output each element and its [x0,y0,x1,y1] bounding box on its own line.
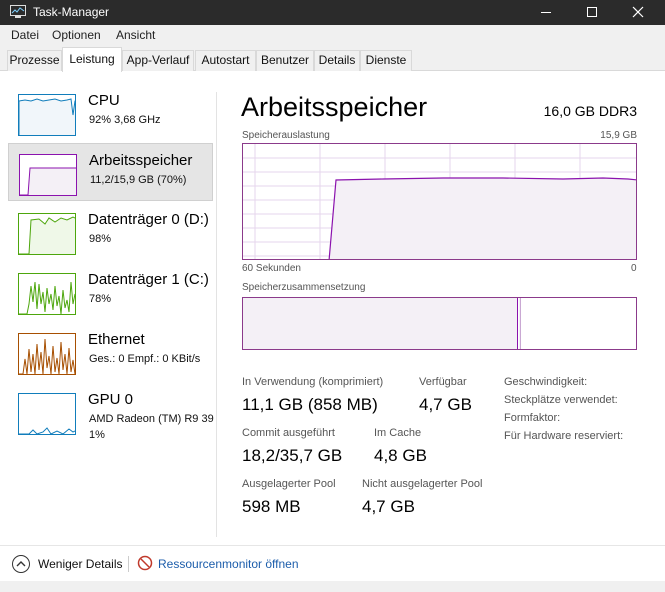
composition-in-use [243,298,518,349]
form-factor-label: Formfaktor: [504,412,561,424]
sidebar-item-sub: 11,2/15,9 GB (70%) [90,174,187,186]
sidebar-item-label: GPU 0 [88,391,134,408]
close-button[interactable] [615,0,661,25]
in-use-label: In Verwendung (komprimiert) [242,376,384,388]
sidebar-item-sub: Ges.: 0 Empf.: 0 KBit/s [89,353,201,365]
minimize-icon [541,12,551,13]
tab-details[interactable]: Details [314,50,360,71]
window-bottom-border [0,581,665,592]
hardware-info: 16,0 GB DDR3 [543,103,637,119]
usage-graph-max: 15,9 GB [600,130,637,141]
cache-label: Im Cache [374,427,422,439]
tab-autostart[interactable]: Autostart [195,50,256,71]
sidebar-item-disk-1[interactable]: Datenträger 1 (C:) 78% [8,263,213,321]
menu-bar: Datei Optionen Ansicht [0,25,665,45]
composition-label: Speicherzusammensetzung [242,282,366,293]
sidebar-item-label: Ethernet [88,331,145,348]
memory-composition-bar [242,297,637,350]
disk-1-thumbnail-graph [18,273,76,315]
sidebar-item-sub: 92% 3,68 GHz [89,114,161,126]
resource-monitor-icon [137,555,153,571]
title-bar: Task-Manager [0,0,665,25]
composition-modified [519,298,521,349]
menu-optionen[interactable]: Optionen [52,28,101,42]
sidebar-item-sub: 78% [89,293,112,305]
footer-bar: Weniger Details Ressourcenmonitor öffnen [0,545,665,581]
fewer-details-button[interactable]: Weniger Details [8,550,123,578]
sidebar-item-ethernet[interactable]: Ethernet Ges.: 0 Empf.: 0 KBit/s [8,323,213,381]
paged-pool-value: 598 MB [242,497,301,516]
tab-prozesse[interactable]: Prozesse [7,50,62,71]
menu-ansicht[interactable]: Ansicht [116,28,155,42]
close-icon [632,6,644,18]
menu-datei[interactable]: Datei [11,28,39,42]
sidebar-item-label: Arbeitsspeicher [89,152,193,169]
time-axis-left: 60 Sekunden [242,263,301,274]
sidebar-item-sub: AMD Radeon (TM) R9 39 [89,413,214,425]
ethernet-thumbnail-graph [18,333,76,375]
sidebar-item-gpu-0[interactable]: GPU 0 AMD Radeon (TM) R9 39 1% [8,383,214,445]
chevron-up-icon [12,555,30,573]
sidebar-item-label: CPU [88,92,120,109]
disk-0-thumbnail-graph [18,213,76,255]
sidebar-item-label: Datenträger 0 (D:) [88,211,209,228]
panel-divider [216,92,217,537]
resource-monitor-link[interactable]: Ressourcenmonitor öffnen [158,557,299,571]
footer-separator [128,556,129,572]
sidebar-item-label: Datenträger 1 (C:) [88,271,209,288]
sidebar-item-sub: 98% [89,233,112,245]
cpu-thumbnail-graph [18,94,76,136]
tab-leistung[interactable]: Leistung [62,47,122,72]
task-manager-icon [10,5,26,18]
paged-pool-label: Ausgelagerter Pool [242,478,336,490]
tab-bar: Prozesse Leistung App-Verlauf Autostart … [0,45,665,72]
sidebar-item-memory[interactable]: Arbeitsspeicher 11,2/15,9 GB (70%) [8,143,213,201]
window-title: Task-Manager [33,5,110,19]
fewer-details-label: Weniger Details [38,557,123,571]
in-use-value: 11,1 GB (858 MB) [242,395,378,414]
available-value: 4,7 GB [419,395,472,414]
sidebar-item-sub2: 1% [89,429,105,441]
hardware-reserved-label: Für Hardware reserviert: [504,430,624,442]
resource-list: CPU 92% 3,68 GHz Arbeitsspeicher 11,2/15… [8,72,216,537]
page-title: Arbeitsspeicher [241,92,428,122]
available-label: Verfügbar [419,376,467,388]
minimize-button[interactable] [523,0,569,25]
tab-app-verlauf[interactable]: App-Verlauf [122,50,194,71]
maximize-icon [587,7,597,17]
maximize-button[interactable] [569,0,615,25]
tab-dienste[interactable]: Dienste [360,50,412,71]
sidebar-item-disk-0[interactable]: Datenträger 0 (D:) 98% [8,203,213,261]
memory-thumbnail-graph [19,154,77,196]
commit-value: 18,2/35,7 GB [242,446,343,465]
tab-benutzer[interactable]: Benutzer [256,50,314,71]
slots-used-label: Steckplätze verwendet: [504,394,618,406]
memory-usage-graph [242,143,637,260]
usage-graph-label: Speicherauslastung [242,130,330,141]
cache-value: 4,8 GB [374,446,427,465]
time-axis-right: 0 [631,263,637,274]
commit-label: Commit ausgeführt [242,427,335,439]
nonpaged-pool-value: 4,7 GB [362,497,415,516]
nonpaged-pool-label: Nicht ausgelagerter Pool [362,478,483,490]
gpu-thumbnail-graph [18,393,76,435]
speed-label: Geschwindigkeit: [504,376,588,388]
sidebar-item-cpu[interactable]: CPU 92% 3,68 GHz [8,84,213,142]
